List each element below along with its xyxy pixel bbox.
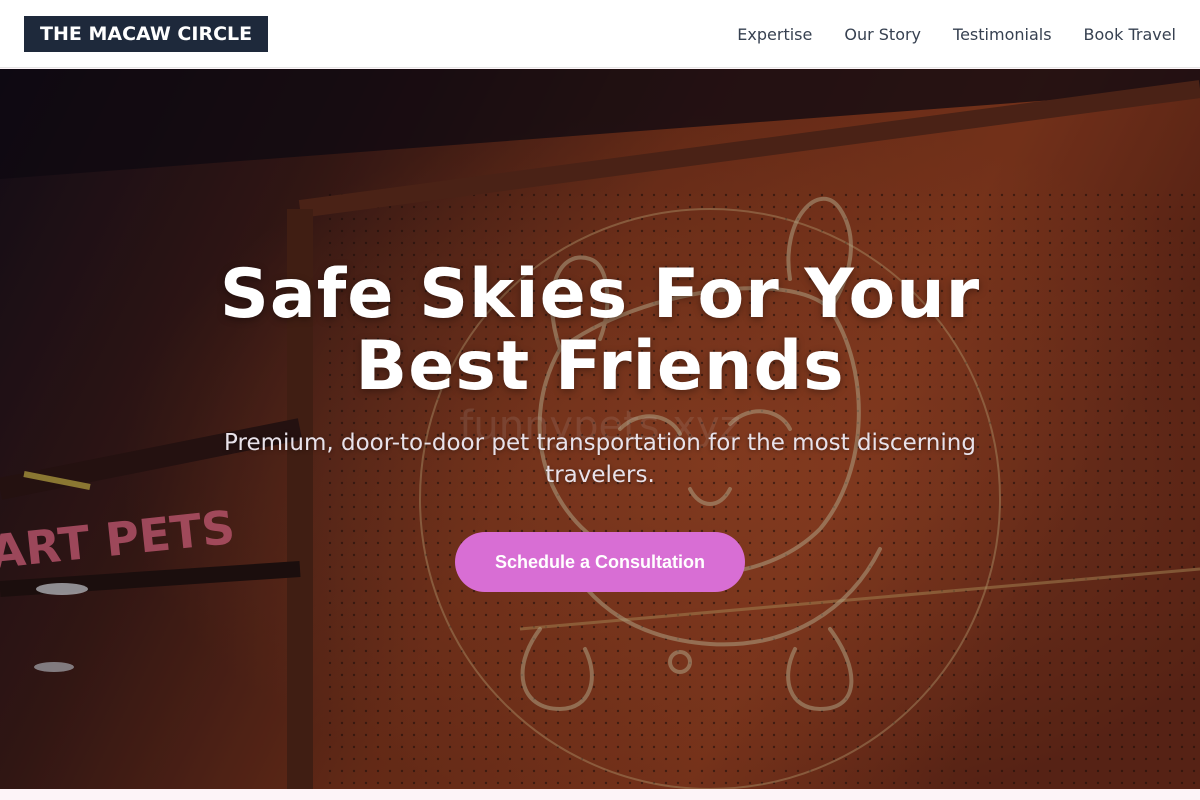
hero-title-line-2: Best Friends [355,327,845,406]
hero-title-line-1: Safe Skies For Your [219,255,981,334]
site-header: THE MACAW CIRCLE Expertise Our Story Tes… [0,0,1200,68]
main-nav: Expertise Our Story Testimonials Book Tr… [737,0,1176,68]
hero-title: Safe Skies For Your Best Friends [150,259,1050,403]
nav-link-our-story[interactable]: Our Story [844,25,921,44]
nav-link-book-travel[interactable]: Book Travel [1084,25,1176,44]
hero-content: Safe Skies For Your Best Friends Premium… [0,259,1200,592]
site-logo[interactable]: THE MACAW CIRCLE [24,16,269,52]
hero-subtitle: Premium, door-to-door pet transportation… [224,430,976,488]
hero-section: ART PETS funnypets.xyz Safe Skies For Yo… [0,69,1200,789]
next-section-edge [0,789,1200,800]
schedule-consultation-button[interactable]: Schedule a Consultation [454,532,746,592]
nav-link-testimonials[interactable]: Testimonials [953,25,1052,44]
nav-link-expertise[interactable]: Expertise [737,25,812,44]
